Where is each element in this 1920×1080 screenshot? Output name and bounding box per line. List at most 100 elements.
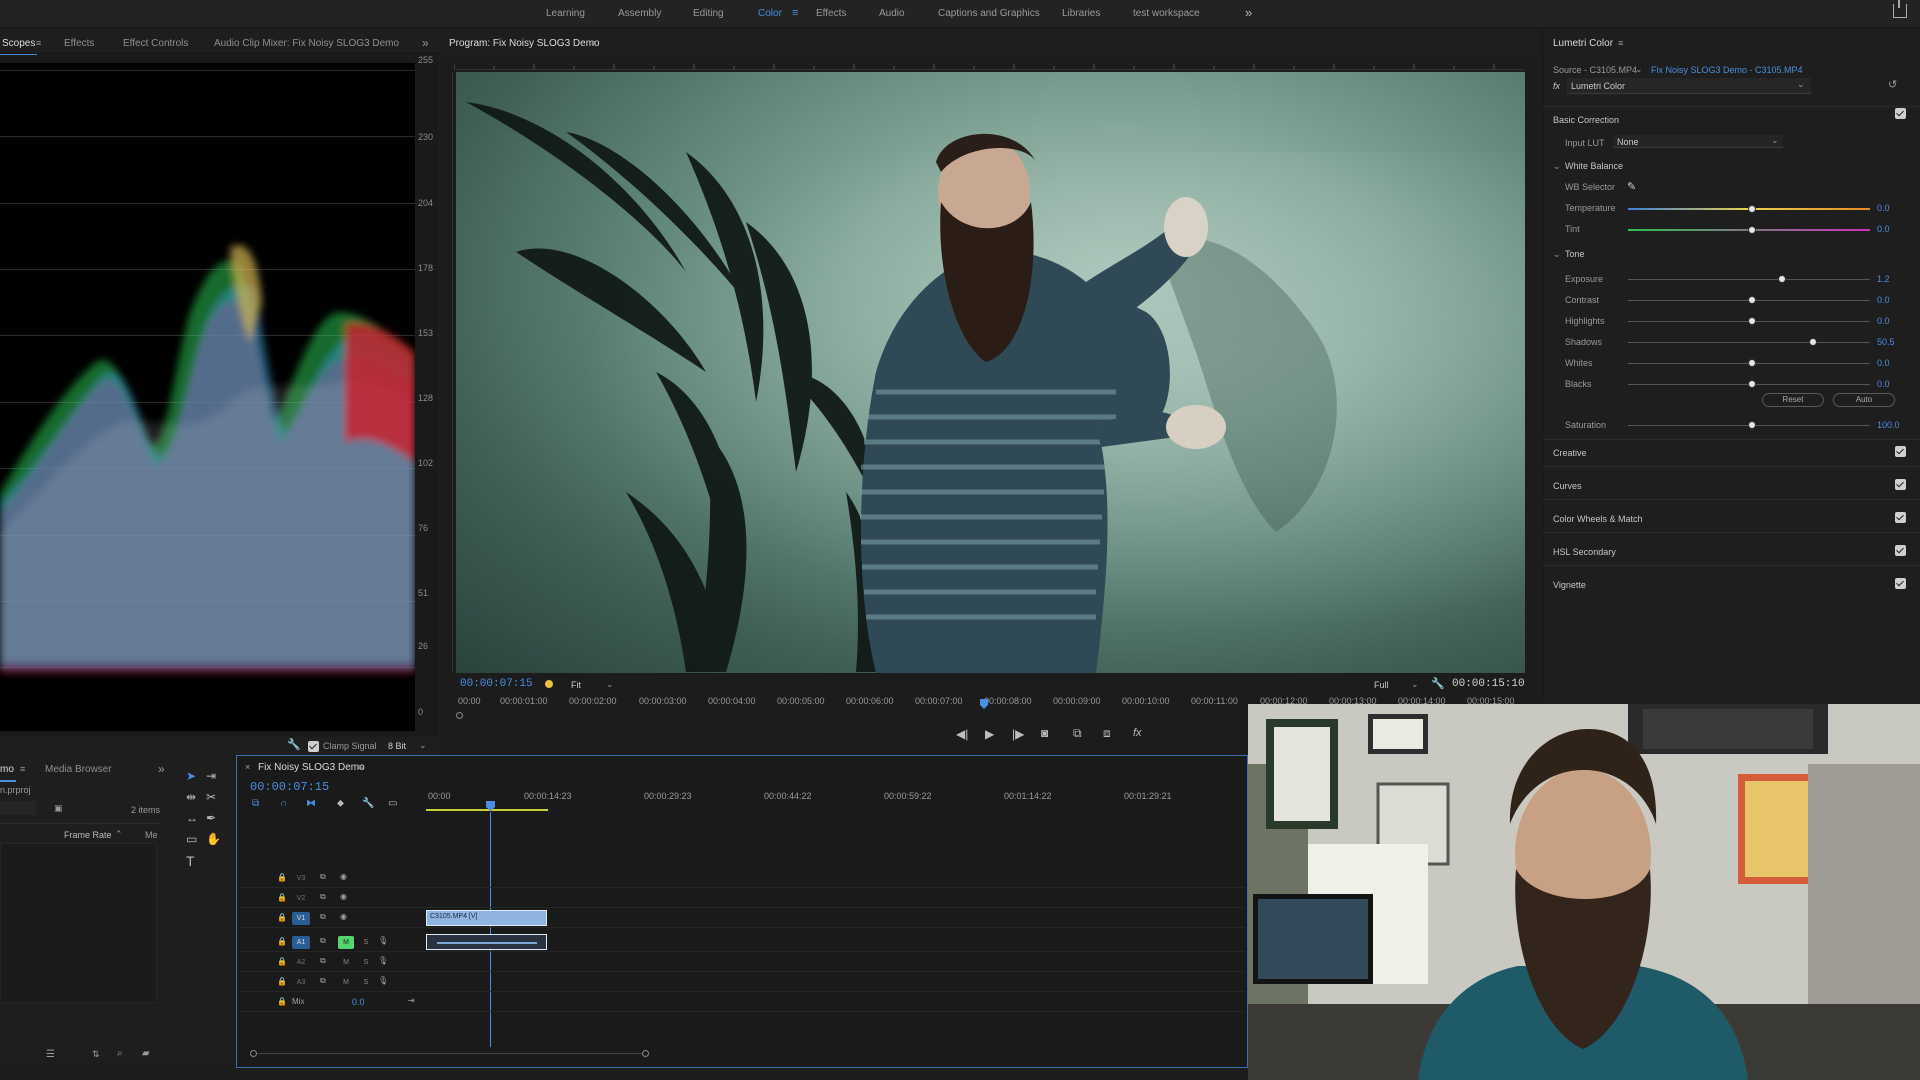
temperature-slider-knob[interactable] (1748, 205, 1756, 213)
frame-rate-column-header[interactable]: Frame Rate (64, 830, 112, 840)
timeline-horizontal-scrollbar[interactable] (250, 1050, 650, 1057)
quality-dropdown[interactable]: Full (1374, 680, 1389, 690)
clamp-signal-checkbox[interactable] (308, 741, 319, 752)
list-view-icon[interactable]: ☰ (46, 1049, 55, 1060)
playhead-handle[interactable] (980, 699, 988, 709)
share-icon[interactable] (1893, 0, 1907, 18)
zoom-scroll-handle[interactable] (456, 712, 463, 719)
new-bin-icon[interactable]: ▣ (54, 803, 63, 814)
folder-icon[interactable]: ▰ (142, 1048, 150, 1059)
workspace-captions[interactable]: Captions and Graphics (938, 8, 1040, 19)
project-menu-icon[interactable]: ≡ (20, 764, 25, 774)
tone-header[interactable]: Tone (1565, 249, 1585, 259)
add-marker-icon[interactable]: ⬥ (337, 798, 344, 809)
track-select-tool-icon[interactable]: ⇥ (206, 769, 216, 783)
play-icon[interactable]: ▶ (985, 727, 994, 741)
program-current-timecode[interactable]: 00:00:07:15 (460, 678, 533, 690)
video-clip[interactable]: C3105.MP4 [V] (426, 910, 547, 926)
panel-overflow-icon[interactable]: » (158, 762, 165, 776)
bit-depth-dropdown[interactable]: 8 Bit (388, 741, 406, 751)
track-id-a2[interactable]: A2 (292, 956, 310, 969)
color-wheels-checkbox[interactable] (1895, 512, 1906, 523)
marker-dot[interactable] (545, 680, 553, 688)
track-id-v3[interactable]: V3 (292, 872, 310, 885)
hsl-secondary-checkbox[interactable] (1895, 545, 1906, 556)
fx-icon[interactable]: fx (1133, 727, 1142, 739)
scroll-handle-left[interactable] (250, 1050, 257, 1057)
basic-correction-checkbox[interactable] (1895, 108, 1906, 119)
linked-selection-icon[interactable]: ⧓ (306, 798, 316, 809)
hsl-secondary-section-header[interactable]: HSL Secondary (1553, 547, 1616, 557)
solo-button-a3[interactable]: S (358, 976, 374, 989)
work-area-bar[interactable] (426, 809, 548, 811)
sync-lock-icon[interactable]: ⧉ (320, 976, 326, 986)
shadows-slider-track[interactable] (1628, 342, 1870, 343)
white-balance-header[interactable]: White Balance (1565, 161, 1623, 171)
sort-ascending-icon[interactable]: ⌃ (115, 829, 123, 840)
search-icon[interactable]: ⌕ (117, 1048, 123, 1059)
contrast-slider-knob[interactable] (1748, 296, 1756, 304)
microphone-icon[interactable]: 🎙 (378, 976, 388, 985)
highlights-value[interactable]: 0.0 (1877, 316, 1890, 326)
lumetri-title[interactable]: Lumetri Color (1553, 38, 1613, 49)
toggle-proxies-icon[interactable]: ⧈ (1103, 726, 1111, 741)
tab-effects[interactable]: Effects (64, 38, 94, 49)
project-item-list[interactable] (0, 843, 157, 1003)
audio-clip[interactable] (426, 934, 547, 950)
program-menu-icon[interactable]: ≡ (591, 38, 596, 48)
sync-lock-icon[interactable]: ⧉ (320, 872, 326, 882)
tint-slider-knob[interactable] (1748, 226, 1756, 234)
panel-overflow-icon[interactable]: » (422, 36, 429, 50)
tab-scopes[interactable]: Scopes (0, 38, 38, 56)
saturation-value[interactable]: 100.0 (1877, 420, 1900, 430)
mute-button-a3[interactable]: M (338, 976, 354, 989)
chevron-down-icon[interactable]: ⌄ (419, 740, 427, 751)
tab-effect-controls[interactable]: Effect Controls (123, 38, 188, 49)
saturation-slider-knob[interactable] (1748, 421, 1756, 429)
track-id-v1[interactable]: V1 (292, 912, 310, 925)
track-id-a1[interactable]: A1 (292, 936, 310, 949)
microphone-icon[interactable]: 🎙 (378, 936, 388, 945)
step-forward-icon[interactable]: |▶ (1012, 727, 1024, 741)
project-search-input[interactable] (0, 801, 36, 815)
timeline-sequence-title[interactable]: Fix Noisy SLOG3 Demo (258, 762, 365, 773)
blacks-value[interactable]: 0.0 (1877, 379, 1890, 389)
creative-checkbox[interactable] (1895, 446, 1906, 457)
sync-lock-icon[interactable]: ⧉ (320, 912, 326, 922)
color-wheels-section-header[interactable]: Color Wheels & Match (1553, 514, 1643, 524)
solo-button-a1[interactable]: S (358, 936, 374, 949)
exposure-slider-knob[interactable] (1778, 275, 1786, 283)
wrench-icon[interactable]: 🔧 (287, 738, 301, 751)
reset-effect-icon[interactable]: ↺ (1888, 78, 1897, 91)
shadows-slider-knob[interactable] (1809, 338, 1817, 346)
microphone-icon[interactable]: 🎙 (378, 956, 388, 965)
tab-audio-clip-mixer[interactable]: Audio Clip Mixer: Fix Noisy SLOG3 Demo (214, 38, 399, 49)
lock-icon[interactable]: 🔒 (277, 873, 287, 882)
tint-value[interactable]: 0.0 (1877, 224, 1890, 234)
wrench-icon[interactable]: 🔧 (1431, 677, 1445, 690)
chevron-down-icon[interactable]: ⌄ (1553, 161, 1561, 172)
creative-section-header[interactable]: Creative (1553, 448, 1587, 458)
chevron-down-icon[interactable]: ⌄ (1411, 679, 1419, 690)
mute-button-a2[interactable]: M (338, 956, 354, 969)
workspace-effects[interactable]: Effects (816, 8, 846, 19)
rectangle-tool-icon[interactable]: ▭ (186, 832, 197, 846)
selection-tool-icon[interactable]: ➤ (186, 769, 196, 783)
type-tool-icon[interactable]: T (186, 853, 195, 869)
ripple-edit-tool-icon[interactable]: ⇹ (186, 790, 196, 804)
input-lut-dropdown[interactable]: None ⌄ (1613, 135, 1783, 148)
eye-icon[interactable]: ◉ (340, 892, 347, 901)
lumetri-source[interactable]: Source - C3105.MP4 (1553, 65, 1637, 75)
fit-dropdown[interactable]: Fit (571, 680, 581, 690)
workspace-color[interactable]: Color (758, 8, 782, 19)
shadows-value[interactable]: 50.5 (1877, 337, 1895, 347)
scopes-menu-icon[interactable]: ≡ (36, 38, 41, 48)
lumetri-clip-link[interactable]: Fix Noisy SLOG3 Demo - C3105.MP4 (1651, 65, 1803, 75)
workspace-audio[interactable]: Audio (879, 8, 905, 19)
chevron-down-icon[interactable]: ⌄ (1553, 249, 1561, 260)
track-id-a3[interactable]: A3 (292, 976, 310, 989)
vignette-checkbox[interactable] (1895, 578, 1906, 589)
export-frame-icon[interactable]: ◙ (1041, 726, 1048, 740)
mute-button-a1[interactable]: M (338, 936, 354, 949)
more-workspaces-icon[interactable]: » (1245, 5, 1252, 20)
